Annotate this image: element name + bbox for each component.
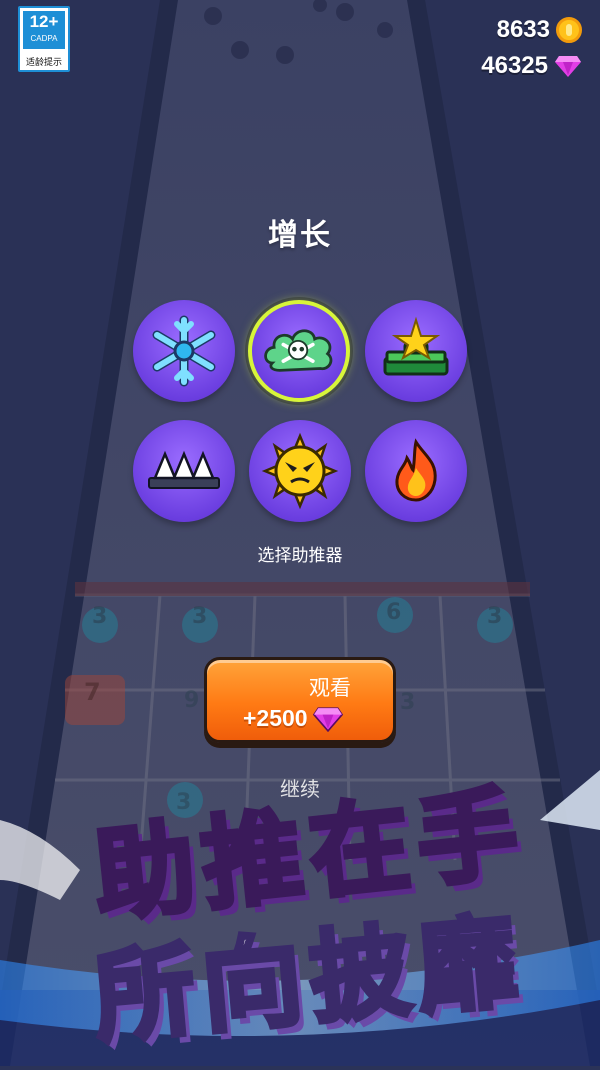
booster-fire[interactable] <box>365 420 467 522</box>
bg-number: 3 <box>92 604 108 629</box>
promo-banner: 助推在手 所向披靡 <box>0 760 600 1066</box>
coin-counter: 8633 <box>497 16 582 44</box>
bg-number: 6 <box>386 600 402 625</box>
bg-number: 3 <box>487 604 503 629</box>
bg-number: 3 <box>192 604 208 629</box>
bg-number: 9 <box>184 688 200 713</box>
booster-spikes[interactable] <box>133 420 235 522</box>
coin-icon <box>556 17 582 43</box>
gem-count: 46325 <box>481 52 548 79</box>
gem-icon <box>555 56 581 77</box>
angry-spike-ball-icon <box>261 432 339 510</box>
age-rating-badge: 12+ CADPA 适龄提示 <box>18 6 70 72</box>
skull-crossbones-icon <box>264 329 333 372</box>
fire-icon <box>395 438 437 502</box>
bg-number: 7 <box>84 678 101 706</box>
age-rating-caption: 适龄提示 <box>25 58 62 68</box>
spikes-icon <box>148 450 220 489</box>
watch-ad-button[interactable]: 观看 +2500 <box>204 657 396 743</box>
star-pad-icon <box>383 316 449 376</box>
snowflake-icon <box>152 315 216 387</box>
gem-counter: 46325 <box>481 52 582 80</box>
booster-poison-cloud[interactable] <box>248 300 350 402</box>
gem-icon <box>312 706 343 732</box>
reward-amount: +2500 <box>243 705 308 731</box>
watch-button-label: 观看 <box>309 676 351 700</box>
select-booster-label: 选择助推器 <box>257 546 343 566</box>
coin-count: 8633 <box>496 16 550 43</box>
watch-button-reward: +2500 <box>243 705 344 732</box>
age-rating-org: CADPA <box>30 34 58 43</box>
booster-star-pad[interactable] <box>365 300 467 402</box>
bg-number: 3 <box>400 690 416 715</box>
age-rating-value: 12+ <box>29 12 59 31</box>
page-title: 增长 <box>268 218 332 253</box>
booster-snowflake[interactable] <box>133 300 235 402</box>
booster-spiky-ball[interactable] <box>249 420 351 522</box>
